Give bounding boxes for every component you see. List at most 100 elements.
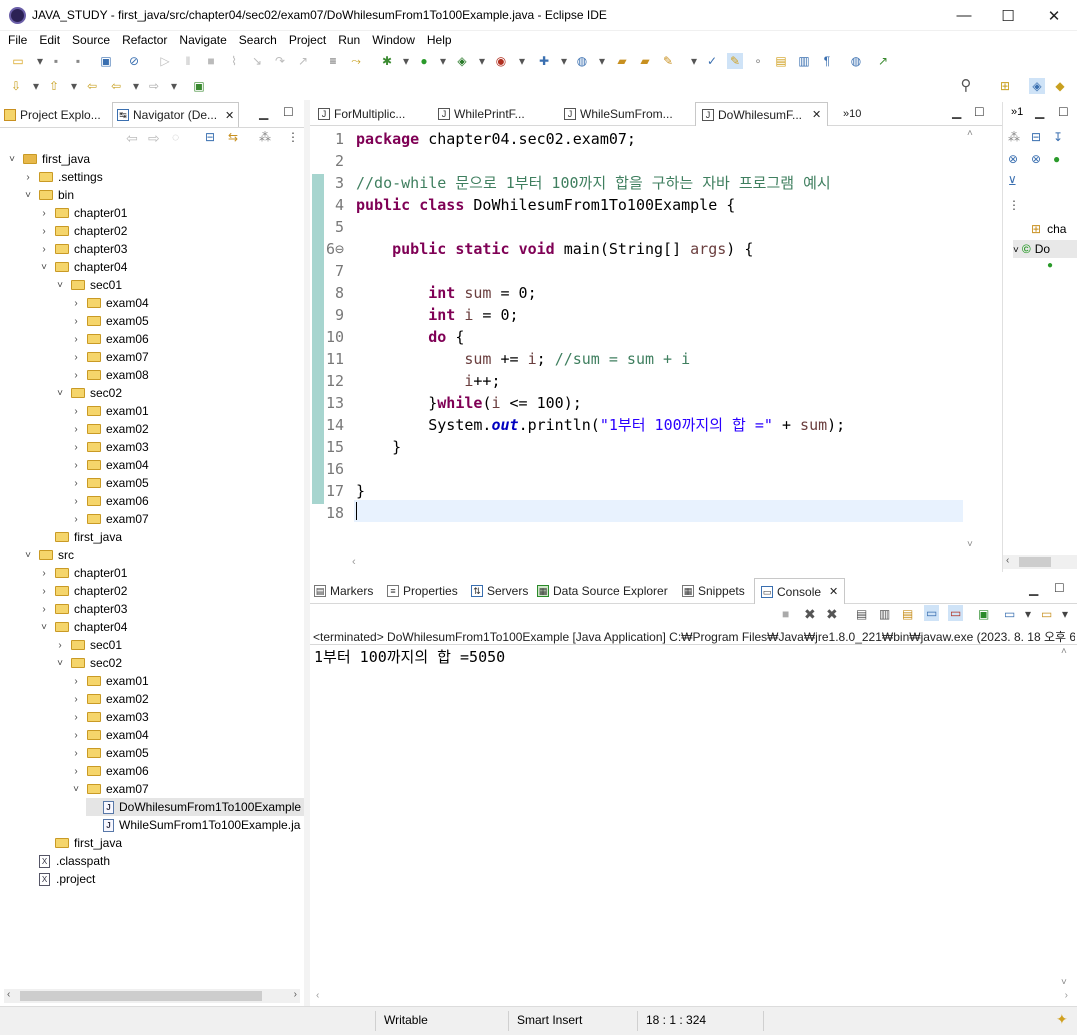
- forward-dropdown-icon[interactable]: ▾: [166, 78, 182, 94]
- tree-item[interactable]: X .project: [22, 870, 95, 888]
- debug-icon[interactable]: ✱: [379, 53, 395, 69]
- tree-item[interactable]: › exam06: [70, 330, 148, 348]
- chevron-right-icon[interactable]: ›: [70, 424, 82, 435]
- new-class-dropdown-icon[interactable]: ▾: [594, 53, 610, 69]
- outline-hscrollbar[interactable]: ‹: [1003, 555, 1077, 569]
- chevron-right-icon[interactable]: ›: [70, 370, 82, 381]
- tab-properties[interactable]: ≡ Properties: [387, 578, 458, 604]
- remove-all-icon[interactable]: ✖: [826, 606, 838, 623]
- outline-tab[interactable]: »1: [1011, 106, 1023, 118]
- scroll-thumb[interactable]: [1019, 557, 1051, 567]
- tree-item[interactable]: › chapter01: [38, 564, 127, 582]
- clear-console-icon[interactable]: ▤: [856, 607, 867, 621]
- show-stdout-icon[interactable]: ▭: [924, 605, 940, 621]
- tree-item[interactable]: › exam05: [70, 474, 148, 492]
- scroll-down-icon[interactable]: ˅: [967, 539, 973, 550]
- pin-console-icon[interactable]: ▣: [978, 607, 989, 621]
- word-wrap-icon[interactable]: ▤: [902, 607, 913, 621]
- hide-fields-icon[interactable]: ⊗: [1008, 152, 1018, 166]
- tab-overflow[interactable]: »10: [843, 102, 861, 126]
- scroll-right-icon[interactable]: ›: [1065, 990, 1068, 1001]
- new-java-dropdown-icon[interactable]: ▾: [556, 53, 572, 69]
- forward-icon[interactable]: ⇨: [148, 130, 160, 147]
- external-tools-icon[interactable]: ◉: [493, 53, 509, 69]
- close-icon[interactable]: ✕: [812, 108, 821, 121]
- chevron-right-icon[interactable]: ›: [70, 352, 82, 363]
- next-annotation-dropdown-icon[interactable]: ▾: [28, 78, 44, 94]
- code-line[interactable]: public class DoWhilesumFrom1To100Example…: [356, 194, 735, 216]
- console-vscrollbar[interactable]: ˄ ˅: [1057, 646, 1075, 988]
- status-insert-mode[interactable]: Smart Insert: [517, 1013, 582, 1027]
- pilcrow-icon[interactable]: ¶: [819, 53, 835, 69]
- maximize-view-icon[interactable]: ☐: [1058, 105, 1069, 119]
- tree-item[interactable]: › sec01: [54, 636, 122, 654]
- editor-vscrollbar[interactable]: ˄ ˅: [963, 126, 980, 552]
- debug-dropdown-icon[interactable]: ▾: [398, 53, 414, 69]
- tab-data-source-explorer[interactable]: ▦ Data Source Explorer: [537, 578, 668, 604]
- tree-item[interactable]: › exam04: [70, 294, 148, 312]
- chevron-right-icon[interactable]: ›: [70, 766, 82, 777]
- globe-icon[interactable]: ◍: [848, 53, 864, 69]
- terminate-icon[interactable]: ■: [203, 53, 219, 69]
- code-line[interactable]: }: [356, 436, 401, 458]
- editor-tab[interactable]: J WhileSumFrom...: [564, 102, 673, 126]
- external-tools-dropdown-icon[interactable]: ▾: [514, 53, 530, 69]
- tree-item[interactable]: first_java: [38, 834, 122, 852]
- tree-item[interactable]: › exam01: [70, 402, 148, 420]
- step-into-icon[interactable]: ↘: [249, 53, 265, 69]
- up-icon[interactable]: ◌: [172, 130, 179, 144]
- minimize-view-icon[interactable]: ▁: [259, 106, 268, 120]
- code-line[interactable]: System.out.println("1부터 100까지의 합 =" + su…: [356, 414, 845, 436]
- chevron-down-icon[interactable]: ˅: [22, 190, 34, 201]
- view-menu-icon[interactable]: ⋮: [1008, 198, 1020, 212]
- tree-item[interactable]: › chapter03: [38, 240, 127, 258]
- tree-item[interactable]: ˅ sec01: [54, 276, 122, 294]
- filter-icon[interactable]: ⁂: [259, 130, 271, 144]
- terminate-icon[interactable]: ■: [782, 607, 789, 621]
- chevron-down-icon[interactable]: ˅: [54, 658, 66, 669]
- tree-item[interactable]: › exam06: [70, 762, 148, 780]
- link-editor-icon[interactable]: ⇆: [228, 130, 238, 144]
- tree-item[interactable]: › chapter02: [38, 582, 127, 600]
- code-editor[interactable]: 1 package chapter04.sec02.exam07; 2 3 //do-w…: [310, 126, 980, 552]
- scroll-up-icon[interactable]: ˄: [967, 128, 973, 139]
- scroll-left-icon[interactable]: ‹: [1006, 555, 1009, 566]
- lightbulb-icon[interactable]: ✦: [1056, 1011, 1068, 1028]
- tree-item[interactable]: first_java: [38, 528, 122, 546]
- chevron-down-icon[interactable]: ˅: [70, 784, 82, 795]
- menu-window[interactable]: Window: [366, 31, 421, 50]
- open-console-dropdown-icon[interactable]: ▾: [1062, 607, 1068, 621]
- minimize-button[interactable]: —: [941, 0, 987, 31]
- scroll-left-icon[interactable]: ‹: [7, 989, 10, 1000]
- chevron-right-icon[interactable]: ›: [70, 496, 82, 507]
- tree-item[interactable]: ˅ chapter04: [38, 618, 127, 636]
- chevron-right-icon[interactable]: ›: [38, 226, 50, 237]
- chevron-right-icon[interactable]: ›: [70, 406, 82, 417]
- block-selection-icon[interactable]: ▤: [773, 53, 789, 69]
- hide-local-types-icon[interactable]: ⊻: [1008, 174, 1017, 188]
- chevron-right-icon[interactable]: ›: [70, 316, 82, 327]
- search-icon[interactable]: ⚲: [958, 78, 974, 94]
- menu-file[interactable]: File: [0, 31, 33, 50]
- new-dropdown-icon[interactable]: ▾: [32, 53, 48, 69]
- chevron-right-icon[interactable]: ›: [38, 604, 50, 615]
- tree-item[interactable]: › exam02: [70, 420, 148, 438]
- code-line[interactable]: do {: [356, 326, 464, 348]
- tab-console[interactable]: ▭ Console ✕: [754, 578, 846, 604]
- step-return-icon[interactable]: ↗: [295, 53, 311, 69]
- tree-item[interactable]: ˅ sec02: [54, 384, 122, 402]
- minimize-view-icon[interactable]: ▁: [1029, 582, 1038, 596]
- editor-tab[interactable]: J ForMultiplic...: [318, 102, 405, 126]
- scroll-left-icon[interactable]: ‹: [352, 556, 356, 568]
- menu-edit[interactable]: Edit: [33, 31, 66, 50]
- save-icon[interactable]: ▪: [48, 53, 64, 69]
- chevron-right-icon[interactable]: ›: [70, 748, 82, 759]
- tree-item[interactable]: ˅ chapter04: [38, 258, 127, 276]
- show-stderr-icon[interactable]: ▭: [948, 605, 964, 621]
- web-browser-icon[interactable]: ↗: [875, 53, 891, 69]
- forward-icon[interactable]: ⇨: [146, 78, 162, 94]
- menu-navigate[interactable]: Navigate: [173, 31, 232, 50]
- coverage-dropdown-icon[interactable]: ▾: [474, 53, 490, 69]
- open-perspective-icon[interactable]: ⊞: [997, 78, 1013, 94]
- minimize-view-icon[interactable]: ▁: [952, 105, 961, 119]
